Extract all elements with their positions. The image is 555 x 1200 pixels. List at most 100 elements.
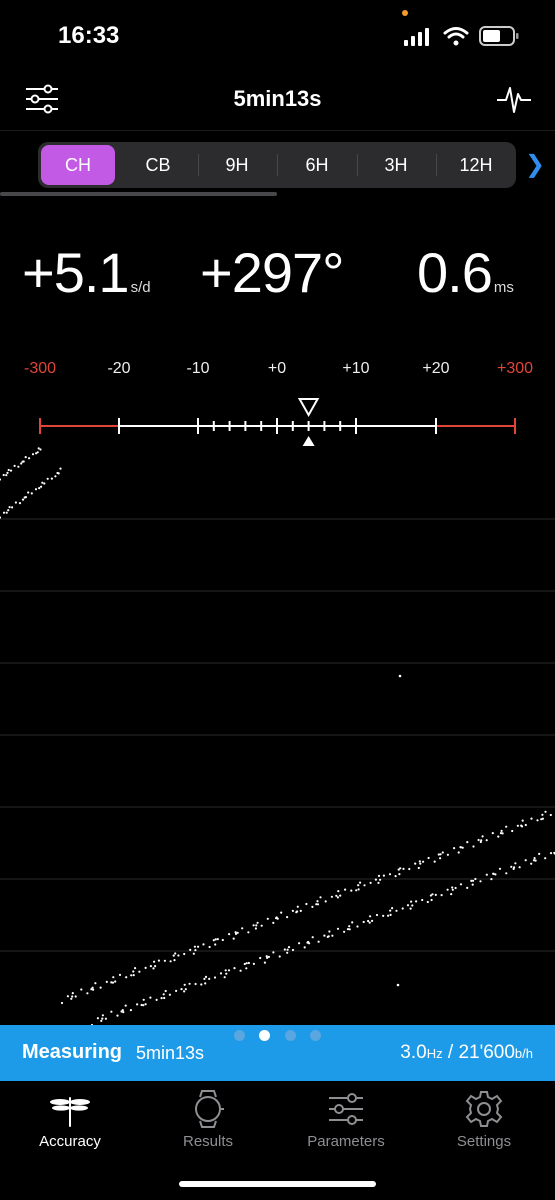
- trace-dot: [194, 949, 197, 952]
- trace-dot: [239, 969, 242, 972]
- trace-dot: [276, 917, 279, 920]
- trace-dot: [331, 934, 334, 937]
- trace-dot: [490, 878, 493, 881]
- trace-dot: [144, 1003, 147, 1006]
- trace-dot: [225, 972, 228, 975]
- trace-dot: [355, 889, 358, 892]
- frequency-unit: Hz: [426, 1046, 443, 1061]
- timegrapher-display: [0, 398, 555, 1027]
- tab-accuracy[interactable]: Accuracy: [10, 1089, 130, 1150]
- trace-dot: [335, 894, 338, 897]
- page-dot[interactable]: [310, 1030, 321, 1041]
- trace-dot: [184, 988, 187, 991]
- trace-dot: [2, 473, 5, 477]
- trace-dot: [66, 995, 69, 998]
- trace-dot: [377, 874, 381, 878]
- trace-dot: [348, 925, 351, 928]
- trace-dot: [477, 838, 480, 842]
- trace-dot: [17, 465, 20, 468]
- trace-dot: [228, 933, 231, 936]
- trace-dot: [451, 888, 454, 891]
- trace-dot: [298, 942, 301, 945]
- trace-dot: [410, 900, 413, 903]
- trace-dot: [60, 1001, 64, 1005]
- gear-icon: [465, 1091, 503, 1127]
- trace-dot: [377, 881, 380, 885]
- page-dot[interactable]: [234, 1030, 245, 1041]
- trace-dot: [245, 962, 248, 965]
- trace-dot: [398, 674, 402, 678]
- trace-dot: [130, 974, 133, 977]
- page-indicator[interactable]: [230, 1030, 330, 1042]
- trace-dot: [36, 451, 39, 454]
- trace-dot: [214, 938, 217, 941]
- trace-dot: [344, 888, 347, 891]
- trace-dot: [129, 1009, 132, 1012]
- trace-dot: [163, 996, 166, 1000]
- trace-dot: [433, 860, 436, 863]
- trace-dot: [520, 825, 524, 828]
- trace-dot: [394, 875, 397, 878]
- trace-dot: [505, 825, 508, 828]
- trace-dot: [524, 823, 527, 827]
- trace-dot: [530, 817, 533, 820]
- tab-parameters[interactable]: Parameters: [286, 1089, 406, 1150]
- page-dot-active[interactable]: [259, 1030, 270, 1041]
- trace-dot: [286, 948, 289, 951]
- trace-dot: [283, 948, 286, 951]
- trace-dot: [511, 829, 514, 833]
- trace-dot: [9, 469, 13, 472]
- trace-dot: [419, 862, 422, 865]
- trace-dot: [541, 813, 544, 816]
- trace-dot: [516, 824, 520, 827]
- trace-dot: [388, 873, 392, 876]
- trace-dot: [454, 886, 457, 890]
- trace-dot: [112, 976, 115, 979]
- trace-dot: [316, 903, 320, 906]
- trace-dot: [138, 970, 141, 973]
- trace-dot: [227, 969, 231, 972]
- trace-dot: [91, 986, 94, 989]
- trace-dot: [259, 956, 262, 960]
- trace-dot: [118, 973, 122, 977]
- trace-dot: [480, 839, 483, 842]
- trace-dot: [263, 961, 266, 964]
- trace-dot: [173, 959, 176, 962]
- trace-dot: [80, 988, 83, 991]
- trace-dot: [450, 893, 453, 896]
- trace-dot: [498, 867, 502, 870]
- trace-dot: [74, 995, 77, 998]
- trace-dot: [154, 965, 157, 968]
- trace-dot: [401, 907, 404, 910]
- trace-dot: [510, 865, 513, 868]
- trace-dot: [28, 457, 31, 460]
- tab-settings[interactable]: Settings: [424, 1089, 544, 1150]
- trace-dot: [330, 895, 333, 898]
- trace-dot: [169, 960, 172, 963]
- trace-dot: [414, 862, 417, 865]
- page-dot[interactable]: [285, 1030, 296, 1041]
- trace-dot: [30, 492, 33, 495]
- trace-dot: [243, 962, 246, 966]
- measuring-status: Measuring: [22, 1041, 123, 1063]
- trace-dot: [328, 930, 331, 933]
- trace-dot: [398, 873, 401, 876]
- trace-dot: [121, 1009, 124, 1012]
- trace-dot: [101, 1017, 104, 1020]
- trace-dot: [305, 902, 308, 906]
- trace-dot: [409, 907, 412, 910]
- trace-dot: [175, 989, 178, 993]
- trace-dot: [408, 867, 411, 871]
- trace-dot: [110, 1010, 113, 1013]
- beats-value: 21'600: [458, 1042, 515, 1063]
- tab-results[interactable]: Results: [148, 1089, 268, 1150]
- trace-dot: [132, 970, 135, 973]
- trace-dot: [7, 509, 10, 512]
- trace-dot: [541, 817, 545, 820]
- trace-dot: [369, 881, 372, 885]
- trace-dot: [505, 872, 508, 875]
- trace-dot: [194, 982, 197, 986]
- trace-dot: [339, 894, 342, 897]
- trace-dot: [59, 467, 62, 470]
- trace-dot: [351, 921, 354, 924]
